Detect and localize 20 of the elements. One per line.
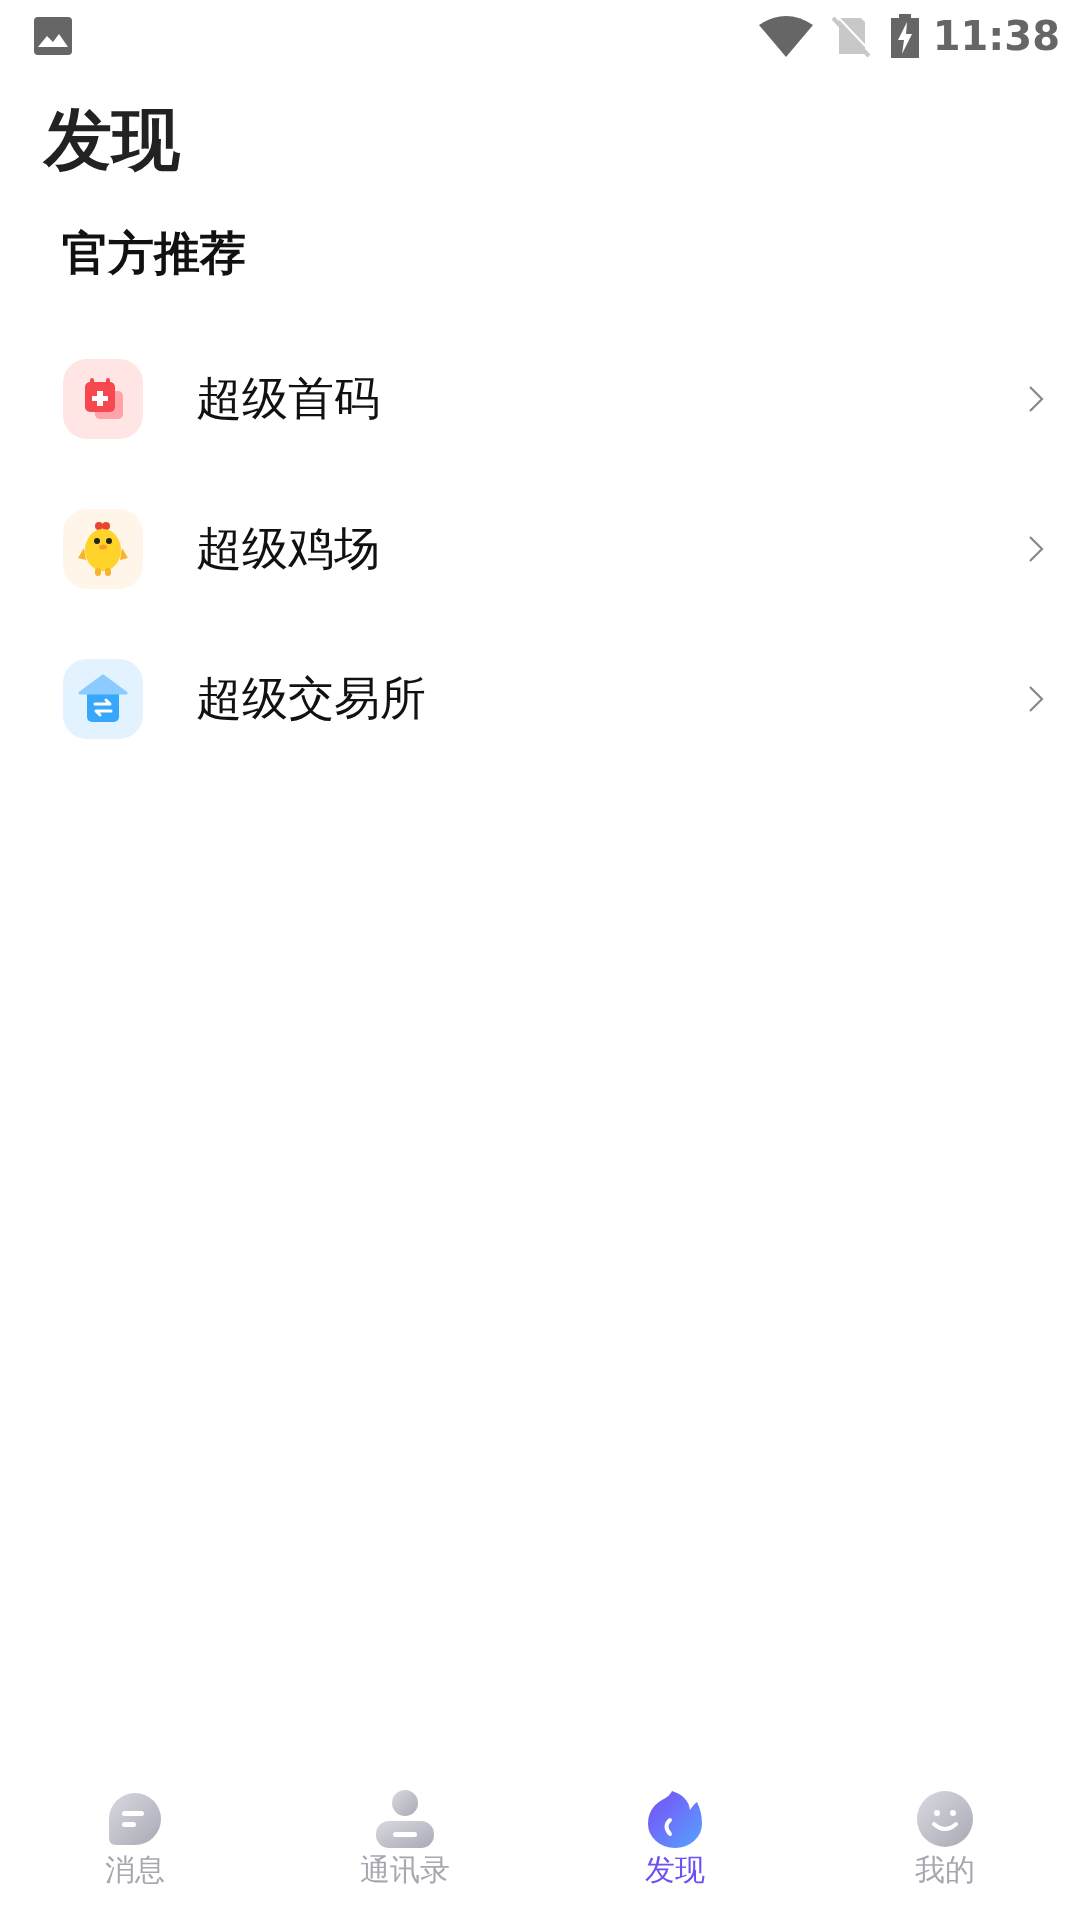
smiley-face-icon	[917, 1791, 973, 1847]
wifi-icon	[758, 15, 813, 57]
clock-time: 11:38	[932, 13, 1060, 59]
flame-icon	[648, 1790, 702, 1848]
chick-icon	[78, 522, 128, 576]
image-notification-icon	[34, 17, 72, 55]
list-item[interactable]: 超级首码	[0, 324, 1080, 474]
chevron-right-icon	[1028, 385, 1044, 413]
page-title: 发现	[42, 99, 181, 181]
message-icon	[108, 1792, 162, 1846]
battery-charging-icon	[890, 14, 919, 58]
chevron-right-icon	[1028, 535, 1044, 563]
list-item[interactable]: 超级交易所	[0, 624, 1080, 774]
no-sim-icon	[830, 14, 871, 58]
section-title: 官方推荐	[61, 225, 247, 282]
chevron-right-icon	[1028, 685, 1044, 713]
house-exchange-icon	[78, 674, 128, 724]
nav-tab[interactable]: 发现	[540, 1770, 810, 1920]
list-item[interactable]: 超级鸡场	[0, 474, 1080, 624]
person-icon	[376, 1790, 434, 1848]
